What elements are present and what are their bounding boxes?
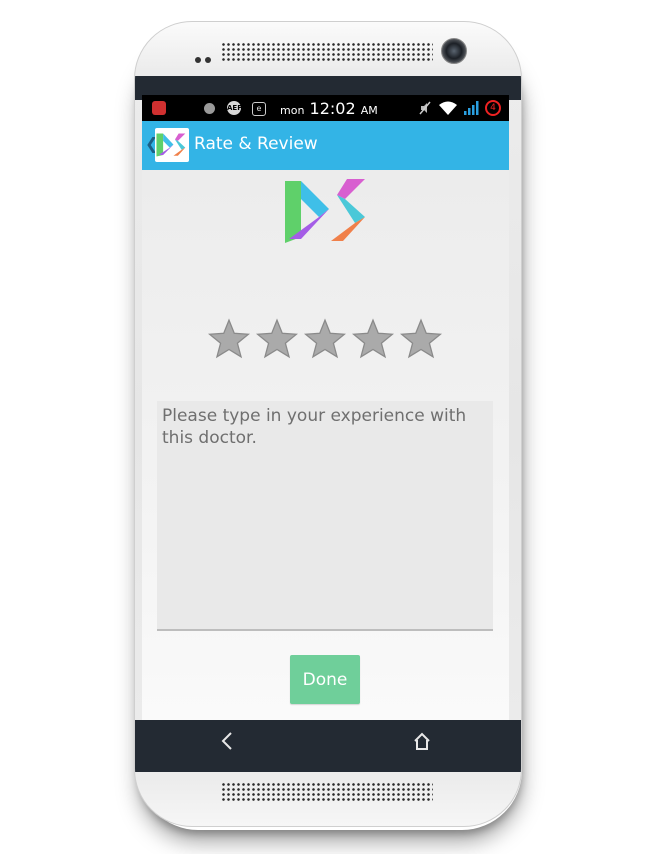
star-icon[interactable]	[352, 318, 394, 360]
e-icon: e	[252, 102, 266, 116]
bottom-speaker-grille	[221, 782, 433, 802]
screen: AEP e mon 12:02 AM 4 ❮ Rate & Review Ple…	[142, 95, 509, 720]
clock-day: mon	[280, 104, 305, 117]
battery-icon: 4	[485, 100, 501, 116]
wifi-icon	[439, 101, 457, 115]
circle-icon	[204, 103, 215, 114]
done-button[interactable]: Done	[290, 655, 360, 704]
back-icon[interactable]	[217, 728, 237, 754]
action-bar: ❮ Rate & Review	[142, 121, 509, 170]
review-textarea[interactable]	[157, 401, 493, 631]
clock: mon 12:02 AM	[280, 99, 378, 118]
signal-icon	[464, 101, 479, 115]
rating-stars	[208, 318, 448, 360]
front-camera	[441, 38, 467, 64]
aep-icon: AEP	[227, 101, 242, 115]
star-icon[interactable]	[400, 318, 442, 360]
sensor-dot	[195, 57, 201, 63]
content-area: Done	[142, 170, 509, 720]
ds-logo	[285, 179, 365, 243]
clock-ampm: AM	[360, 104, 378, 117]
bezel-bottom	[135, 720, 521, 772]
app-logo-icon[interactable]	[155, 128, 189, 162]
top-speaker-grille	[221, 42, 433, 62]
screen-title: Rate & Review	[194, 134, 318, 154]
notification-icon	[152, 101, 166, 115]
star-icon[interactable]	[208, 318, 250, 360]
status-bar: AEP e mon 12:02 AM 4	[142, 95, 509, 121]
sensor-dot	[205, 57, 211, 63]
star-icon[interactable]	[304, 318, 346, 360]
clock-time: 12:02	[309, 99, 356, 118]
mute-icon	[419, 101, 431, 115]
home-icon[interactable]	[410, 730, 434, 754]
star-icon[interactable]	[256, 318, 298, 360]
